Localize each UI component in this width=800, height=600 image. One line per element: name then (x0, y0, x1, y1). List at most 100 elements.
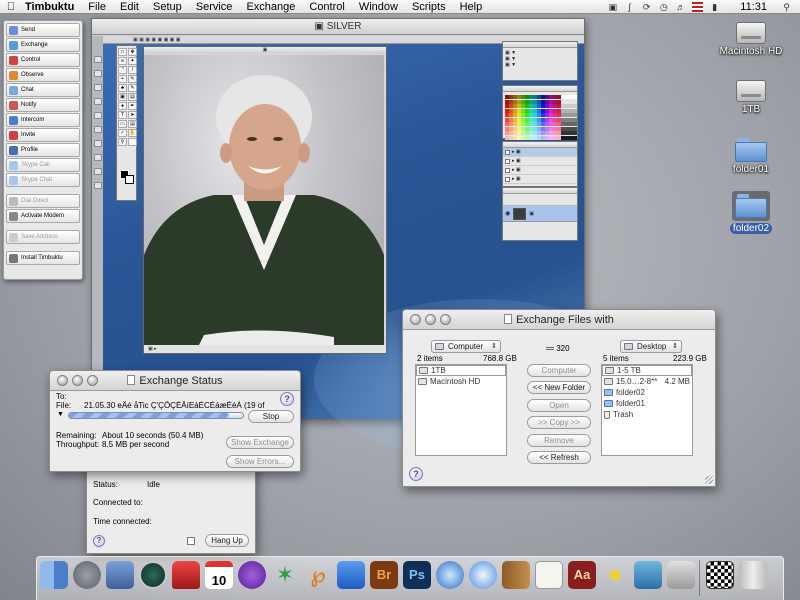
right-location-popup[interactable]: Desktop ⇕ (620, 340, 682, 353)
palette-observe-button[interactable]: Observe (6, 68, 80, 82)
palette-control-button[interactable]: Control (6, 53, 80, 67)
action-row[interactable]: ▸ ▣ (503, 166, 577, 175)
eraser-tool-icon[interactable]: ▣ (118, 93, 127, 101)
hand-tool-icon[interactable]: ✋ (128, 129, 137, 137)
action-row[interactable]: ▸ ▣ (503, 175, 577, 184)
menu-edit[interactable]: Edit (113, 0, 146, 14)
menu-control[interactable]: Control (302, 0, 351, 14)
expose-icon[interactable] (106, 561, 134, 589)
battery-menu-icon[interactable]: ▮ (709, 2, 720, 12)
photoshop-icon[interactable]: Ps (403, 561, 431, 589)
portrait-image[interactable] (144, 55, 384, 345)
emacs-icon[interactable] (238, 561, 266, 589)
help-button[interactable]: ? (409, 467, 423, 481)
crop-tool-icon[interactable]: ⌝ (118, 66, 127, 74)
left-location-popup[interactable]: Computer ⇕ (431, 340, 501, 353)
brush-tool-icon[interactable]: ✎ (128, 75, 137, 83)
palette-skype-call-button[interactable]: Skype Call (6, 158, 80, 172)
apple-menu-icon[interactable]:  (0, 1, 22, 13)
screen-sharing-menu-icon[interactable]: ▣ (607, 2, 618, 12)
copy-icon[interactable] (187, 537, 195, 545)
exchange-files-titlebar[interactable]: Exchange Files with (403, 310, 715, 330)
dodge-tool-icon[interactable]: ● (118, 102, 127, 110)
list-item[interactable]: 1TB (416, 365, 506, 376)
slice-tool-icon[interactable]: / (128, 66, 137, 74)
cyberduck-icon[interactable]: ● (601, 561, 629, 589)
new-folder-button[interactable]: << New Folder (527, 381, 591, 394)
background-color-swatch[interactable] (125, 175, 134, 184)
zoom-button[interactable] (87, 375, 98, 386)
menu-exchange[interactable]: Exchange (239, 0, 302, 14)
computer-button[interactable]: Computer (527, 364, 591, 377)
palette-invite-button[interactable]: Invite (6, 128, 80, 142)
bridge-icon[interactable]: Br (370, 561, 398, 589)
pen-tool-icon[interactable]: ✒ (128, 102, 137, 110)
palette-profile-button[interactable]: Profile (6, 143, 80, 157)
open-button[interactable]: Open (527, 399, 591, 412)
help-button[interactable]: ? (93, 535, 105, 547)
move-tool-icon[interactable]: ✥ (128, 48, 137, 56)
stamp-tool-icon[interactable]: ♣ (118, 84, 127, 92)
copy-button[interactable]: >> Copy >> (527, 416, 591, 429)
photoshop-document-window[interactable]: ▣ ▣ ▸ (143, 46, 387, 354)
notes-tool-icon[interactable]: ▤ (128, 120, 137, 128)
local-file-list[interactable]: 1-5 TB 15.0…2-8** 4.2 MB folder02 folder0… (601, 364, 693, 456)
desktop-icon-folder01[interactable]: folder01 (716, 138, 786, 175)
hang-up-button[interactable]: Hang Up (205, 534, 249, 547)
list-item[interactable]: Macintosh HD (416, 376, 506, 387)
time-machine-menu-icon[interactable]: ◷ (658, 2, 669, 12)
home-icon[interactable] (634, 561, 662, 589)
list-item[interactable]: folder01 (602, 398, 692, 409)
shape-tool-icon[interactable]: ▭ (118, 120, 127, 128)
exchange-status-titlebar[interactable]: Exchange Status (50, 371, 300, 391)
remove-button[interactable]: Remove (527, 434, 591, 447)
refresh-button[interactable]: << Refresh (527, 451, 591, 464)
swatch-grid[interactable] (505, 95, 577, 140)
action-row[interactable]: ▸ ▣ (503, 148, 577, 157)
palette-send-button[interactable]: Send (6, 23, 80, 37)
disclosure-triangle-icon[interactable]: ▼ (57, 411, 64, 418)
zoom-button[interactable] (440, 314, 451, 325)
type-tool-icon[interactable]: T (118, 111, 127, 119)
ical-icon[interactable]: 10 (205, 561, 233, 589)
desktop-icon-macintosh-hd[interactable]: Macintosh HD (716, 22, 786, 57)
history-brush-icon[interactable]: ✎ (128, 84, 137, 92)
show-exchange-button[interactable]: Show Exchange (226, 436, 294, 449)
palette-dial-direct-button[interactable]: Dial Direct (6, 194, 80, 208)
gradient-tool-icon[interactable]: ▤ (128, 93, 137, 101)
checkerboard-icon[interactable] (706, 561, 734, 589)
sync-menu-icon[interactable]: ⟳ (641, 2, 652, 12)
list-item[interactable]: 1-5 TB (602, 365, 692, 376)
flag-menu-icon[interactable] (692, 1, 704, 12)
action-row[interactable]: ▸ ▣ (503, 157, 577, 166)
minimize-button[interactable] (425, 314, 436, 325)
close-button[interactable] (410, 314, 421, 325)
heal-tool-icon[interactable]: + (118, 75, 127, 83)
remote-file-list[interactable]: 1TB Macintosh HD (415, 364, 507, 456)
stop-button[interactable]: Stop (248, 410, 294, 423)
character-panel[interactable]: ▣ ▼ ▣ ▼ ▣ ▼ (502, 41, 578, 81)
menu-service[interactable]: Service (189, 0, 240, 14)
dictionary-icon[interactable]: Aa (568, 561, 596, 589)
close-button[interactable] (57, 375, 68, 386)
xcode-icon[interactable]: ✶ (271, 561, 299, 589)
help-button[interactable]: ? (280, 392, 294, 406)
spotlight-icon[interactable]: ⚲ (781, 2, 792, 12)
textedit-icon[interactable] (535, 561, 563, 589)
list-item[interactable]: 15.0…2-8** 4.2 MB (602, 376, 692, 387)
word-icon[interactable] (337, 561, 365, 589)
menu-window[interactable]: Window (352, 0, 405, 14)
menu-clock[interactable]: 11:31 (740, 1, 767, 13)
image-capture-icon[interactable] (667, 561, 695, 589)
minimize-button[interactable] (72, 375, 83, 386)
path-tool-icon[interactable]: ➤ (128, 111, 137, 119)
menu-scripts[interactable]: Scripts (405, 0, 453, 14)
list-item[interactable]: folder02 (602, 387, 692, 398)
desktop-icon-folder02[interactable]: folder02 (716, 191, 786, 234)
wand-tool-icon[interactable]: ✦ (128, 57, 137, 65)
zoom-tool-icon[interactable]: ⚲ (118, 138, 127, 146)
timbuktu-icon[interactable] (172, 561, 200, 589)
layer-row[interactable]: ◉ ▣ (503, 206, 577, 222)
safari-icon[interactable] (469, 561, 497, 589)
palette-save-address-button[interactable]: Save Address (6, 230, 80, 244)
